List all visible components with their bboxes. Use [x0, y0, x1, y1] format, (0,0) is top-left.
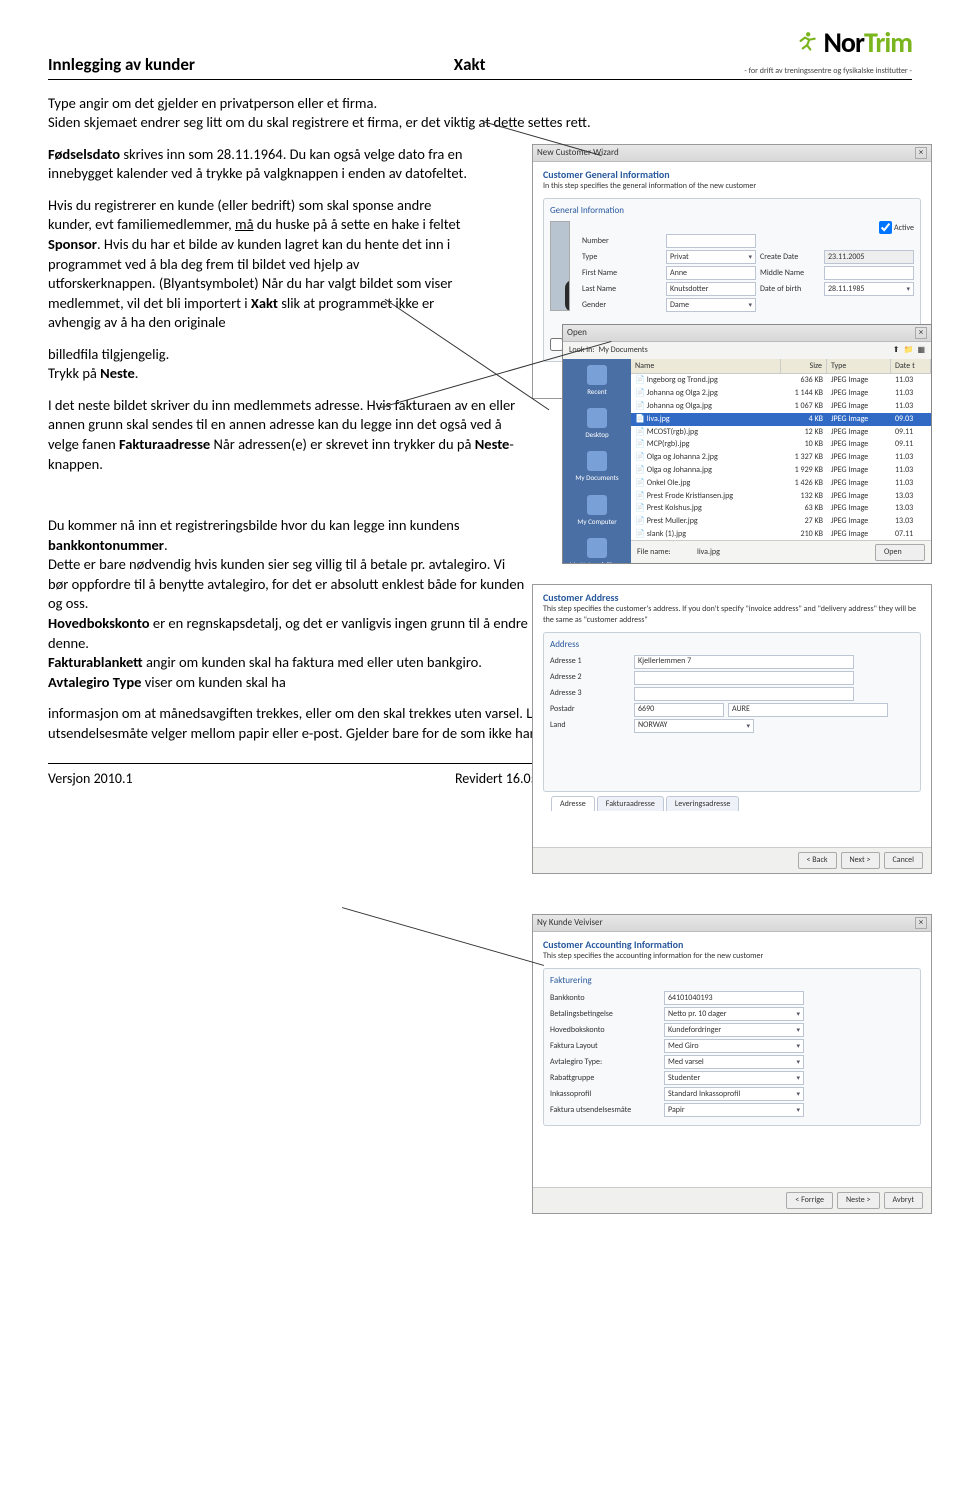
intro: Type angir om det gjelder en privatperso…	[48, 94, 912, 133]
file-row[interactable]: 📄 Prest Kolshus.jpg63 KBJPEG Image13.03	[631, 502, 931, 515]
next-button[interactable]: Neste >	[837, 1192, 880, 1209]
file-row[interactable]: 📄 MCP(rgb).jpg10 KBJPEG Image09.11	[631, 438, 931, 451]
para-fodselsdato: Fødselsdato skrives inn som 28.11.1964. …	[48, 145, 468, 184]
para-bank: Du kommer nå inn et registreringsbilde h…	[48, 516, 528, 692]
bankaccount-field[interactable]: 64101040193	[664, 991, 804, 1005]
invoicelayout-select[interactable]: Med Giro	[664, 1039, 804, 1053]
runner-icon	[793, 30, 819, 56]
cancel-button[interactable]: Avbryt	[884, 1192, 923, 1209]
file-row[interactable]: 📄 Olga og Johanna.jpg1 929 KBJPEG Image1…	[631, 464, 931, 477]
close-icon[interactable]: ×	[915, 327, 927, 339]
payterms-select[interactable]: Netto pr. 10 dager	[664, 1007, 804, 1021]
open-dialog: Open× Look in: My Documents ⬆ 📁 ▦ Recent…	[562, 324, 932, 564]
places-item[interactable]: My Documents	[563, 445, 631, 488]
newfolder-icon[interactable]: 📁	[903, 345, 913, 356]
wizard-accounting: Ny Kunde Veiviser× Customer Accounting I…	[532, 914, 932, 1214]
places-bar: RecentDesktopMy DocumentsMy ComputerMy N…	[563, 359, 631, 564]
open-button[interactable]: Open	[875, 544, 925, 561]
country-select[interactable]: NORWAY	[634, 719, 754, 733]
logo: NorTrim - for drift av treningssentre og…	[744, 24, 912, 77]
file-row[interactable]: 📄 MCOST(rgb).jpg12 KBJPEG Image09.11	[631, 426, 931, 439]
up-icon[interactable]: ⬆	[893, 345, 900, 356]
address1-field[interactable]: Kjellerlemmen 7	[634, 655, 854, 669]
file-row[interactable]: 📄 Johanna og Olga.jpg1 067 KBJPEG Image1…	[631, 400, 931, 413]
wizard-address: Customer Address This step specifies the…	[532, 584, 932, 874]
para-adresse: I det neste bildet skriver du inn medlem…	[48, 396, 528, 474]
type-select[interactable]: Privat	[666, 250, 756, 264]
gender-select[interactable]: Dame	[666, 298, 756, 312]
content: Type angir om det gjelder en privatperso…	[48, 94, 912, 744]
collectionprofile-select[interactable]: Standard Inkassoprofil	[664, 1087, 804, 1101]
file-list[interactable]: Name Size Type Date t 📄 Ingeborg og Tron…	[631, 359, 931, 540]
firstname-field[interactable]: Anne	[666, 266, 756, 280]
para-billedfila: billedfila tilgjengelig. Trykk på Neste.	[48, 345, 528, 384]
active-checkbox[interactable]	[879, 221, 892, 234]
address-tabs: Adresse Fakturaadresse Leveringsadresse	[543, 792, 921, 812]
lookin-select[interactable]: My Documents	[598, 345, 888, 356]
cancel-button[interactable]: Cancel	[875, 563, 925, 564]
close-icon[interactable]: ×	[915, 917, 927, 929]
file-row[interactable]: 📄 Ingeborg og Trond.jpg636 KBJPEG Image1…	[631, 374, 931, 387]
tab-adresse[interactable]: Adresse	[551, 796, 595, 812]
ledger-select[interactable]: Kundefordringer	[664, 1023, 804, 1037]
places-item[interactable]: My Computer	[563, 489, 631, 532]
places-item[interactable]: Recent	[563, 359, 631, 402]
file-row[interactable]: 📄 Prest Frode Kristiansen.jpg132 KBJPEG …	[631, 490, 931, 503]
file-row[interactable]: 📄 Johanna og Olga 2.jpg1 144 KBJPEG Imag…	[631, 387, 931, 400]
next-button[interactable]: Next >	[841, 852, 880, 869]
tab-leveringsadresse[interactable]: Leveringsadresse	[666, 796, 739, 812]
discountgroup-select[interactable]: Studenter	[664, 1071, 804, 1085]
footer-version: Versjon 2010.1	[48, 770, 133, 789]
heading: Customer General Information	[543, 168, 921, 182]
avtalegirotype-select[interactable]: Med varsel	[664, 1055, 804, 1069]
file-row[interactable]: 📄 Prest Muller.jpg27 KBJPEG Image13.03	[631, 515, 931, 528]
middlename-field[interactable]	[824, 266, 914, 280]
filename-field[interactable]: liva.jpg	[697, 547, 871, 558]
sendmethod-select[interactable]: Papir	[664, 1103, 804, 1117]
places-item[interactable]: My Network Places	[563, 532, 631, 563]
file-row[interactable]: 📄 slank (1).jpg210 KBJPEG Image07.11	[631, 528, 931, 540]
postplace-field[interactable]: AURE	[728, 703, 888, 717]
header-title-mid: Xakt	[454, 54, 486, 77]
dob-field[interactable]: 28.11.1985	[824, 282, 914, 296]
back-button[interactable]: < Back	[798, 852, 837, 869]
customer-photo	[550, 221, 570, 311]
page-header: Innlegging av kunder Xakt NorTrim - for …	[48, 24, 912, 80]
postcode-field[interactable]: 6690	[634, 703, 724, 717]
callout-line	[342, 907, 544, 966]
number-field[interactable]	[666, 234, 756, 248]
close-icon[interactable]: ×	[915, 147, 927, 159]
header-title-left: Innlegging av kunder	[48, 54, 195, 77]
view-icon[interactable]: ▦	[917, 345, 925, 356]
tab-fakturaadresse[interactable]: Fakturaadresse	[597, 796, 664, 812]
address3-field[interactable]	[634, 687, 854, 701]
file-row[interactable]: 📄 Olga og Johanna 2.jpg1 327 KBJPEG Imag…	[631, 451, 931, 464]
places-item[interactable]: Desktop	[563, 402, 631, 445]
file-row[interactable]: 📄 liva.jpg4 KBJPEG Image09.03	[631, 413, 931, 426]
file-row[interactable]: 📄 Onkel Ole.jpg1 426 KBJPEG Image11.03	[631, 477, 931, 490]
address2-field[interactable]	[634, 671, 854, 685]
cancel-button[interactable]: Cancel	[884, 852, 924, 869]
lastname-field[interactable]: Knutsdotter	[666, 282, 756, 296]
back-button[interactable]: < Forrige	[786, 1192, 833, 1209]
